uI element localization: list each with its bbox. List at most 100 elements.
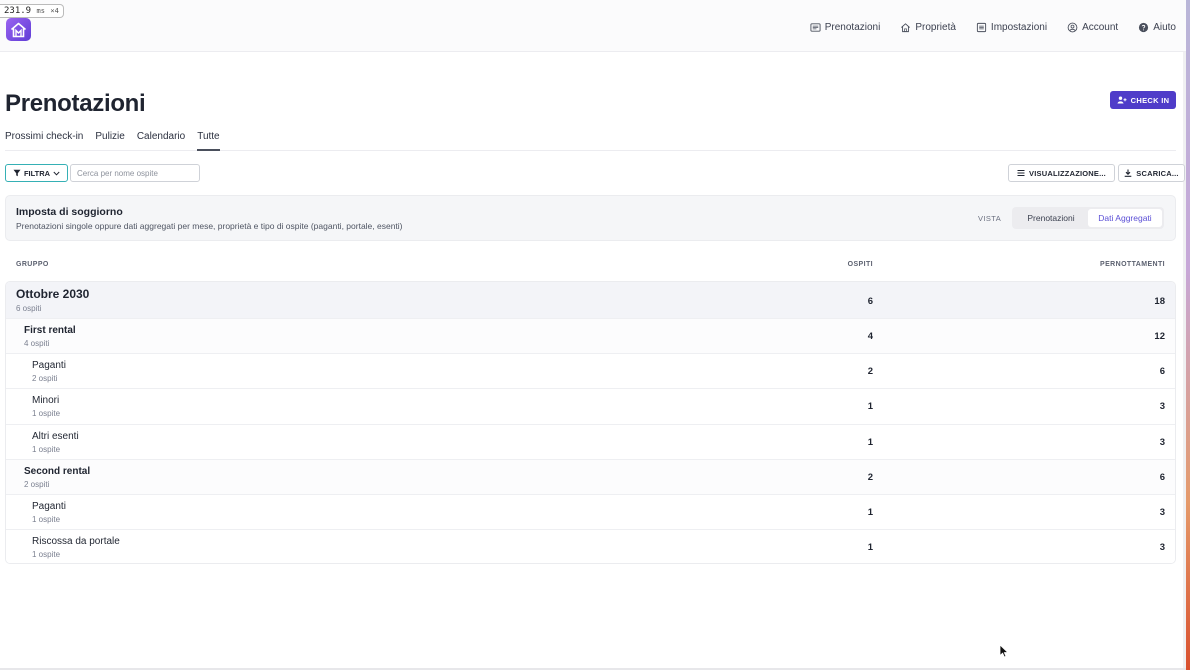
check-in-button[interactable]: CHECK IN <box>1110 91 1176 109</box>
nights-value: 3 <box>1159 436 1165 448</box>
group-name: Second rental <box>24 465 91 477</box>
chevron-down-icon <box>53 171 60 176</box>
nav-label: Prenotazioni <box>824 22 881 33</box>
group-cell: Paganti 1 ospite <box>32 501 66 524</box>
group-cell: Riscossa da portale 1 ospite <box>32 536 120 559</box>
group-count: 1 ospite <box>32 514 61 524</box>
nav-account[interactable]: Account <box>1067 22 1118 33</box>
help-icon <box>1139 22 1149 33</box>
add-user-icon <box>1117 96 1127 104</box>
guests-value: 4 <box>867 331 873 342</box>
main-nav: Prenotazioni Proprietà Impostazioni Acco… <box>810 22 1176 33</box>
group-name: Minori <box>32 395 60 407</box>
group-name: Paganti <box>32 500 66 512</box>
download-button[interactable]: SCARICA... <box>1118 164 1185 182</box>
table-row-month[interactable]: Ottobre 2030 6 ospiti 6 18 <box>6 282 1175 319</box>
list-icon <box>810 23 821 32</box>
group-cell: First rental 4 ospiti <box>24 325 76 348</box>
view-options-label: VISUALIZZAZIONE... <box>1029 168 1106 178</box>
group-cell: Minori 1 ospite <box>32 395 60 418</box>
user-circle-icon <box>1067 22 1078 33</box>
nights-value: 6 <box>1159 471 1165 483</box>
guests-value: 6 <box>867 296 873 307</box>
tab-tutte[interactable]: Tutte <box>197 131 220 151</box>
table-row-property[interactable]: Second rental 2 ospiti 2 6 <box>6 459 1175 495</box>
guests-value: 1 <box>867 506 873 518</box>
guest-search-input[interactable] <box>70 164 200 182</box>
nights-value: 3 <box>1159 506 1165 518</box>
view-options-button[interactable]: VISUALIZZAZIONE... <box>1008 164 1115 182</box>
column-header-nights: PERNOTTAMENTI <box>1100 261 1165 268</box>
group-cell: Second rental 2 ospiti <box>24 466 90 489</box>
app-logo[interactable] <box>6 18 31 41</box>
settings-list-icon <box>976 22 987 33</box>
panel-subtitle: Prenotazioni singole oppure dati aggrega… <box>16 221 403 231</box>
group-count: 1 ospite <box>32 409 61 419</box>
guests-value: 2 <box>867 471 873 483</box>
table-row-guest-type[interactable]: Paganti 2 ospiti 2 6 <box>6 354 1175 390</box>
nav-label: Impostazioni <box>990 22 1048 33</box>
group-count: 1 ospite <box>32 550 61 560</box>
group-cell: Paganti 2 ospiti <box>32 360 66 383</box>
filter-button[interactable]: FILTRA <box>5 164 68 182</box>
perf-value: 231.9 <box>4 6 32 16</box>
funnel-icon <box>13 169 21 177</box>
download-label: SCARICA... <box>1136 168 1179 178</box>
perf-overlay: 231.9 ms ×4 <box>0 4 64 18</box>
nav-label: Aiuto <box>1153 22 1176 33</box>
top-navbar: Prenotazioni Proprietà Impostazioni Acco… <box>0 0 1186 52</box>
tab-bar: Prossimi check-in Pulizie Calendario Tut… <box>5 131 1176 151</box>
check-in-label: CHECK IN <box>1130 95 1170 105</box>
home-icon <box>901 23 911 33</box>
tab-prossimi-check-in[interactable]: Prossimi check-in <box>5 131 83 151</box>
guests-value: 1 <box>867 401 873 413</box>
group-count: 1 ospite <box>32 444 61 454</box>
guests-value: 1 <box>867 436 873 448</box>
perf-unit: ms <box>36 7 45 15</box>
table-row-guest-type[interactable]: Minori 1 ospite 1 3 <box>6 389 1175 425</box>
aggregated-table: Ottobre 2030 6 ospiti 6 18 First rental … <box>5 281 1176 564</box>
group-count: 2 ospiti <box>32 374 58 384</box>
tab-pulizie[interactable]: Pulizie <box>95 131 124 151</box>
group-count: 6 ospiti <box>16 304 42 313</box>
nights-value: 18 <box>1154 296 1165 307</box>
group-name: Altri esenti <box>32 430 79 442</box>
perf-extra: ×4 <box>50 7 59 15</box>
nights-value: 6 <box>1159 366 1165 378</box>
guests-value: 2 <box>867 366 873 378</box>
scrollbar[interactable] <box>1183 0 1186 670</box>
page-title: Prenotazioni <box>5 90 146 117</box>
download-icon <box>1124 169 1132 177</box>
table-row-guest-type[interactable]: Altri esenti 1 ospite 1 3 <box>6 424 1175 460</box>
house-logo-icon <box>10 22 27 37</box>
nights-value: 3 <box>1159 401 1165 413</box>
column-header-group: GRUPPO <box>16 261 49 268</box>
table-row-property[interactable]: First rental 4 ospiti 4 12 <box>6 319 1175 355</box>
vista-label: VISTA <box>978 214 1002 223</box>
table-row-guest-type[interactable]: Riscossa da portale 1 ospite 1 3 <box>6 530 1175 563</box>
tourist-tax-panel: Imposta di soggiorno Prenotazioni singol… <box>5 195 1176 241</box>
group-name: Ottobre 2030 <box>16 287 90 301</box>
table-row-guest-type[interactable]: Paganti 1 ospite 1 3 <box>6 494 1175 531</box>
nights-value: 12 <box>1154 331 1165 342</box>
nav-prenotazioni[interactable]: Prenotazioni <box>810 22 881 33</box>
group-count: 4 ospiti <box>24 339 50 348</box>
tab-calendario[interactable]: Calendario <box>137 131 185 151</box>
window-edge <box>1186 0 1190 670</box>
view-mode-toggle: Prenotazioni Dati Aggregati <box>1012 207 1164 229</box>
column-header-guests: OSPITI <box>847 261 873 268</box>
view-mode-prenotazioni[interactable]: Prenotazioni <box>1014 209 1088 227</box>
group-cell: Altri esenti 1 ospite <box>32 431 79 454</box>
group-count: 2 ospiti <box>24 479 50 489</box>
nav-label: Proprietà <box>915 22 956 33</box>
view-mode-dati-aggregati[interactable]: Dati Aggregati <box>1088 209 1162 227</box>
nav-label: Account <box>1082 22 1119 33</box>
nav-aiuto[interactable]: Aiuto <box>1138 22 1176 33</box>
group-name: Riscossa da portale <box>32 536 120 548</box>
nav-impostazioni[interactable]: Impostazioni <box>976 22 1047 33</box>
group-name: Paganti <box>32 360 66 372</box>
mouse-cursor-icon <box>999 644 1009 658</box>
guests-value: 1 <box>867 542 873 554</box>
group-cell: Ottobre 2030 6 ospiti <box>16 287 89 313</box>
nav-proprieta[interactable]: Proprietà <box>900 22 956 33</box>
